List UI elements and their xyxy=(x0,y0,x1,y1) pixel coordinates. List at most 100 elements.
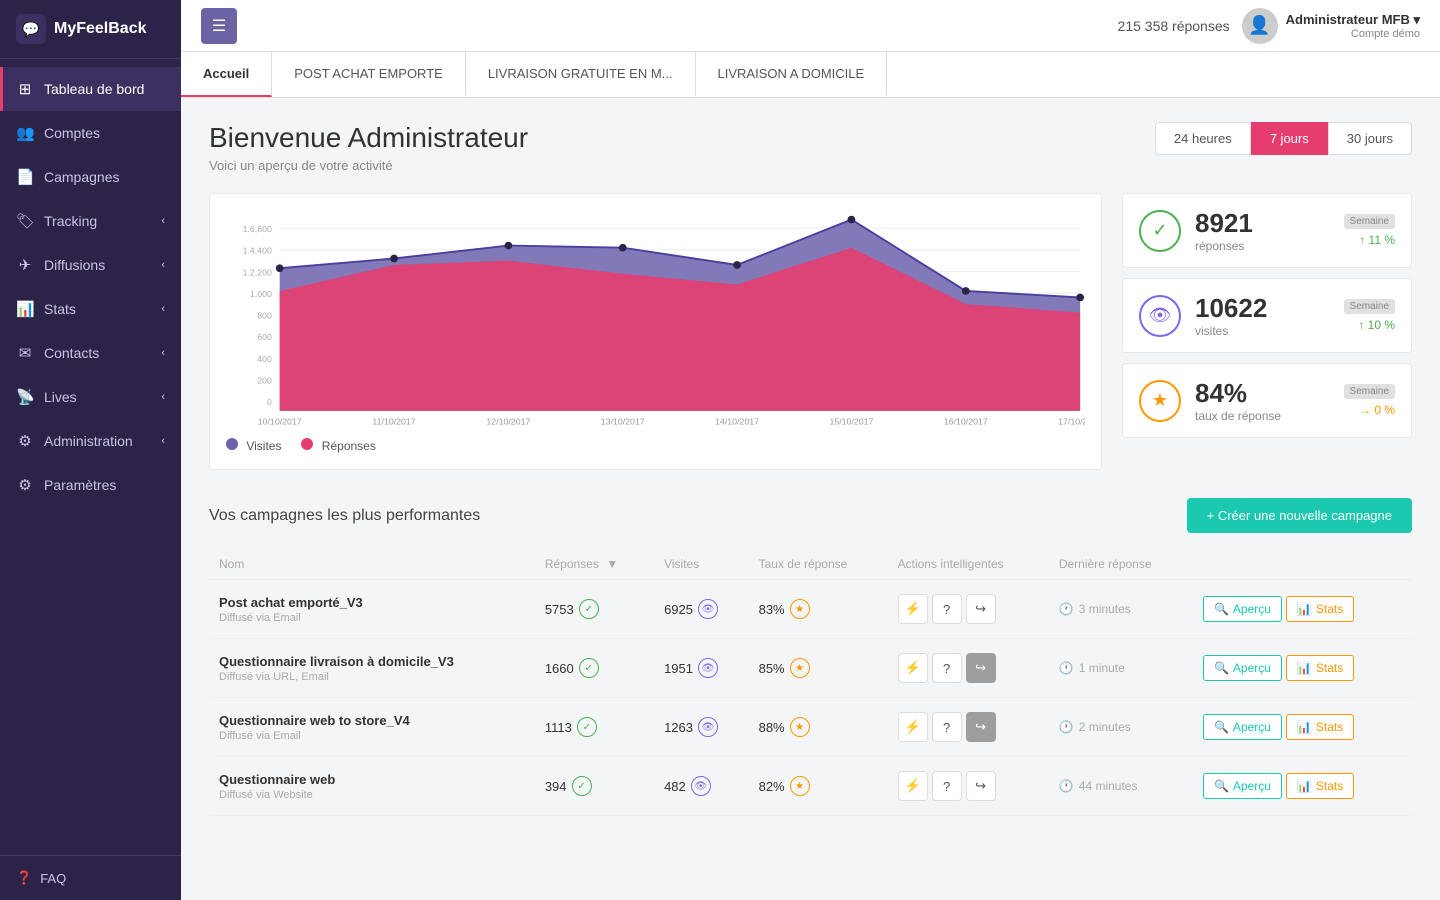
action-share-btn-0[interactable]: ↪ xyxy=(966,594,996,624)
campaign-name-3: Questionnaire web xyxy=(219,772,525,787)
campaign-actions-cell-2: ⚡ ? ↪ xyxy=(888,698,1049,757)
apercu-btn-2[interactable]: 🔍 Aperçu xyxy=(1203,714,1282,740)
campaign-rate-cell-0: 83% ★ xyxy=(749,580,888,639)
sidebar: 💬 MyFeelBack ⊞ Tableau de bord 👥 Comptes… xyxy=(0,0,181,900)
campaign-last-response-cell-0: 🕐 3 minutes xyxy=(1049,580,1193,639)
sidebar-item-paramètres[interactable]: ⚙ Paramètres xyxy=(0,463,181,507)
th-visits: Visites xyxy=(654,549,749,580)
sort-icon: ▼ xyxy=(606,557,618,571)
action-flash-btn-0[interactable]: ⚡ xyxy=(898,594,928,624)
sidebar-item-stats[interactable]: 📊 Stats ‹ xyxy=(0,287,181,331)
stats-btn-1[interactable]: 📊 Stats xyxy=(1286,655,1354,681)
sidebar-icon-0: ⊞ xyxy=(16,80,34,98)
sidebar-item-tracking[interactable]: 🏷 Tracking ‹ xyxy=(0,199,181,243)
time-btn-1[interactable]: 7 jours xyxy=(1251,122,1328,155)
topbar: ☰ 215 358 réponses 👤 Administrateur MFB … xyxy=(181,0,1440,52)
hamburger-button[interactable]: ☰ xyxy=(201,8,237,44)
apercu-btn-1[interactable]: 🔍 Aperçu xyxy=(1203,655,1282,681)
chart-xlabel-5: 15/10/2017 xyxy=(829,416,873,426)
action-flash-btn-2[interactable]: ⚡ xyxy=(898,712,928,742)
campaign-name-cell-3: Questionnaire web Diffusé via Website xyxy=(209,757,535,816)
response-check-icon-2: ✓ xyxy=(577,717,597,737)
sidebar-label-4: Diffusions xyxy=(44,257,105,273)
campaign-last-response-3: 🕐 44 minutes xyxy=(1059,779,1183,793)
logo-text: MyFeelBack xyxy=(54,20,147,38)
th-responses[interactable]: Réponses ▼ xyxy=(535,549,654,580)
action-flash-btn-1[interactable]: ⚡ xyxy=(898,653,928,683)
stats-btn-0[interactable]: 📊 Stats xyxy=(1286,596,1354,622)
action-share-btn-3[interactable]: ↪ xyxy=(966,771,996,801)
response-check-icon-3: ✓ xyxy=(572,776,592,796)
visit-eye-icon-3: 👁 xyxy=(691,776,711,796)
apercu-btn-3[interactable]: 🔍 Aperçu xyxy=(1203,773,1282,799)
bar-icon-1: 📊 xyxy=(1297,661,1312,675)
responses-count: 215 358 réponses xyxy=(1118,18,1230,34)
campaign-name-cell-0: Post achat emporté_V3 Diffusé via Email xyxy=(209,580,535,639)
search-icon-0: 🔍 xyxy=(1214,602,1229,616)
campaign-name-0: Post achat emporté_V3 xyxy=(219,595,525,610)
stat-info-0: 8921 réponses xyxy=(1195,208,1330,253)
sidebar-item-diffusions[interactable]: ✈ Diffusions ‹ xyxy=(0,243,181,287)
tab-3[interactable]: LIVRAISON A DOMICILE xyxy=(696,52,888,97)
bar-icon-3: 📊 xyxy=(1297,779,1312,793)
time-btn-0[interactable]: 24 heures xyxy=(1155,122,1251,155)
apercu-btn-0[interactable]: 🔍 Aperçu xyxy=(1203,596,1282,622)
clock-icon-3: 🕐 xyxy=(1059,779,1074,793)
sidebar-item-campagnes[interactable]: 📄 Campagnes xyxy=(0,155,181,199)
user-sub: Compte démo xyxy=(1286,28,1420,40)
action-share-btn-1[interactable]: ↪ xyxy=(966,653,996,683)
create-campaign-button[interactable]: + Créer une nouvelle campagne xyxy=(1187,498,1412,533)
campaign-responses-1: 1660 ✓ xyxy=(545,658,644,678)
sidebar-icon-3: 🏷 xyxy=(16,212,34,230)
sidebar-item-contacts[interactable]: ✉ Contacts ‹ xyxy=(0,331,181,375)
stat-info-1: 10622 visites xyxy=(1195,293,1330,338)
visit-eye-icon-2: 👁 xyxy=(698,717,718,737)
campaign-sub-3: Diffusé via Website xyxy=(219,789,525,801)
action-help-btn-3[interactable]: ? xyxy=(932,771,962,801)
user-menu[interactable]: 👤 Administrateur MFB ▾ Compte démo xyxy=(1242,8,1420,44)
action-buttons-0: ⚡ ? ↪ xyxy=(898,594,1039,624)
campaign-name-1: Questionnaire livraison à domicile_V3 xyxy=(219,654,525,669)
stat-period-0: Semaine xyxy=(1344,214,1395,229)
sidebar-item-lives[interactable]: 📡 Lives ‹ xyxy=(0,375,181,419)
stat-label-0: réponses xyxy=(1195,239,1330,253)
time-btn-2[interactable]: 30 jours xyxy=(1328,122,1412,155)
tab-0[interactable]: Accueil xyxy=(181,52,272,97)
sidebar-item-tableau-de-bord[interactable]: ⊞ Tableau de bord xyxy=(0,67,181,111)
sidebar-label-5: Stats xyxy=(44,301,76,317)
tab-1[interactable]: POST ACHAT EMPORTE xyxy=(272,52,466,97)
sidebar-item-administration[interactable]: ⚙ Administration ‹ xyxy=(0,419,181,463)
logo[interactable]: 💬 MyFeelBack xyxy=(0,0,181,59)
hamburger-icon: ☰ xyxy=(212,16,226,36)
visit-eye-icon-1: 👁 xyxy=(698,658,718,678)
view-buttons-3: 🔍 Aperçu 📊 Stats xyxy=(1203,773,1402,799)
sidebar-faq[interactable]: ❓ FAQ xyxy=(0,855,181,900)
stat-badge-col-0: Semaine ↑ 11 % xyxy=(1344,214,1395,247)
chart-ylabel-600: 600 xyxy=(257,332,272,342)
action-help-btn-2[interactable]: ? xyxy=(932,712,962,742)
stat-card-1: 👁 10622 visites Semaine ↑ 10 % xyxy=(1122,278,1412,353)
stats-btn-2[interactable]: 📊 Stats xyxy=(1286,714,1354,740)
stat-icon-1: 👁 xyxy=(1139,295,1181,337)
stats-btn-3[interactable]: 📊 Stats xyxy=(1286,773,1354,799)
campaign-rate-0: 83% ★ xyxy=(759,599,878,619)
action-flash-btn-3[interactable]: ⚡ xyxy=(898,771,928,801)
tab-2[interactable]: LIVRAISON GRATUITE EN M... xyxy=(466,52,696,97)
chart-xlabel-3: 13/10/2017 xyxy=(601,416,645,426)
stat-number-1: 10622 xyxy=(1195,293,1330,324)
table-row: Questionnaire web Diffusé via Website 39… xyxy=(209,757,1412,816)
stat-change-2: → 0 % xyxy=(1359,403,1395,417)
campaign-responses-cell-3: 394 ✓ xyxy=(535,757,654,816)
legend-responses-dot xyxy=(301,438,313,450)
legend-responses: Réponses xyxy=(301,438,375,453)
chart-ylabel-800: 800 xyxy=(257,311,272,321)
tabs-bar: AccueilPOST ACHAT EMPORTELIVRAISON GRATU… xyxy=(181,52,1440,98)
rate-star-icon-0: ★ xyxy=(790,599,810,619)
stat-card-0: ✓ 8921 réponses Semaine ↑ 11 % xyxy=(1122,193,1412,268)
action-share-btn-2[interactable]: ↪ xyxy=(966,712,996,742)
action-help-btn-0[interactable]: ? xyxy=(932,594,962,624)
sidebar-item-comptes[interactable]: 👥 Comptes xyxy=(0,111,181,155)
campaign-sub-1: Diffusé via URL, Email xyxy=(219,671,525,683)
legend-visits-dot xyxy=(226,438,238,450)
action-help-btn-1[interactable]: ? xyxy=(932,653,962,683)
